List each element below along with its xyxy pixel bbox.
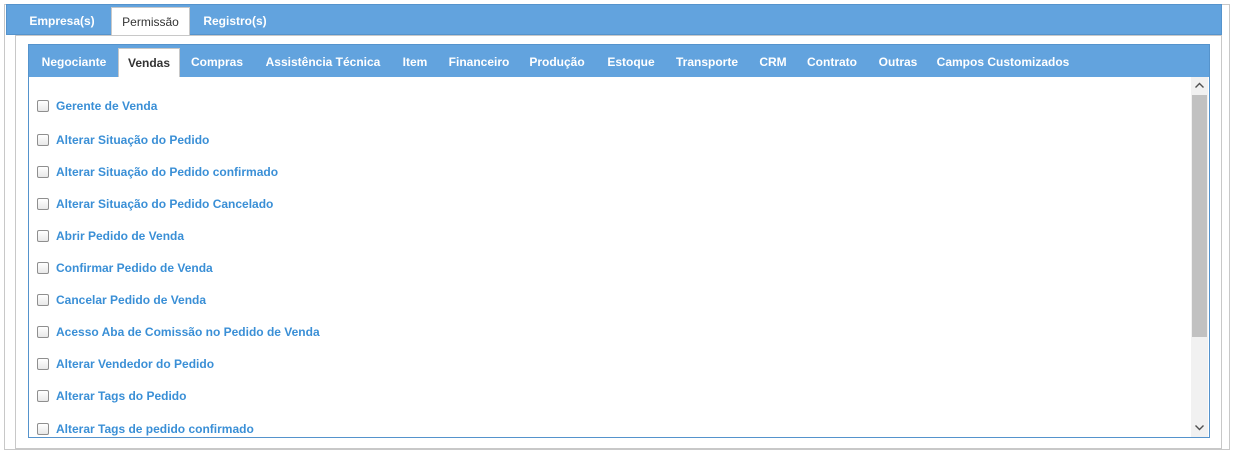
tab-compras[interactable]: Compras — [185, 48, 249, 77]
list-item[interactable]: Alterar Vendedor do Pedido — [37, 356, 214, 372]
chevron-up-icon[interactable] — [1191, 77, 1208, 94]
tab-financeiro[interactable]: Financeiro — [444, 48, 514, 77]
permission-label[interactable]: Alterar Tags do Pedido — [56, 389, 186, 403]
list-item[interactable]: Acesso Aba de Comissão no Pedido de Vend… — [37, 324, 320, 340]
permission-label[interactable]: Alterar Situação do Pedido confirmado — [56, 165, 278, 179]
permission-checkbox[interactable] — [37, 390, 49, 402]
sub-tab-bar: Negociante Vendas Compras Assistência Té… — [29, 45, 1209, 77]
list-item[interactable]: Alterar Situação do Pedido — [37, 132, 209, 148]
vertical-scrollbar[interactable] — [1191, 77, 1208, 437]
permission-label[interactable]: Alterar Situação do Pedido — [56, 133, 209, 147]
tab-contrato[interactable]: Contrato — [801, 48, 863, 77]
permission-label[interactable]: Alterar Tags de pedido confirmado — [56, 422, 254, 436]
tab-empresas[interactable]: Empresa(s) — [23, 7, 101, 35]
permission-label[interactable]: Confirmar Pedido de Venda — [56, 261, 213, 275]
list-item[interactable]: Alterar Tags do Pedido — [37, 388, 186, 404]
permission-checkbox[interactable] — [37, 198, 49, 210]
tab-outras[interactable]: Outras — [872, 48, 924, 77]
permission-checkbox[interactable] — [37, 358, 49, 370]
list-item[interactable]: Abrir Pedido de Venda — [37, 228, 184, 244]
permission-checkbox[interactable] — [37, 166, 49, 178]
tab-campos-customizados[interactable]: Campos Customizados — [933, 48, 1073, 77]
permission-checkbox[interactable] — [37, 230, 49, 242]
permission-checkbox[interactable] — [37, 134, 49, 146]
list-item[interactable]: Alterar Situação do Pedido Cancelado — [37, 196, 273, 212]
list-item[interactable]: Gerente de Venda — [37, 98, 157, 114]
permission-label[interactable]: Abrir Pedido de Venda — [56, 229, 184, 243]
permission-label[interactable]: Cancelar Pedido de Venda — [56, 293, 206, 307]
top-tab-bar: Empresa(s) Permissão Registro(s) — [6, 4, 1222, 35]
tab-estoque[interactable]: Estoque — [601, 48, 661, 77]
scrollbar-thumb[interactable] — [1192, 95, 1207, 337]
permission-checkbox[interactable] — [37, 326, 49, 338]
permission-list: Gerente de Venda Alterar Situação do Ped… — [29, 77, 1191, 437]
permission-label[interactable]: Alterar Situação do Pedido Cancelado — [56, 197, 273, 211]
tab-item[interactable]: Item — [396, 48, 434, 77]
tab-permissao[interactable]: Permissão — [111, 7, 190, 35]
permission-label[interactable]: Gerente de Venda — [56, 99, 157, 113]
permission-checkbox[interactable] — [37, 294, 49, 306]
permission-checkbox[interactable] — [37, 423, 49, 435]
tab-crm[interactable]: CRM — [754, 48, 792, 77]
tab-producao[interactable]: Produção — [524, 48, 590, 77]
permission-label[interactable]: Acesso Aba de Comissão no Pedido de Vend… — [56, 325, 320, 339]
chevron-down-icon[interactable] — [1191, 420, 1208, 437]
list-item[interactable]: Alterar Situação do Pedido confirmado — [37, 164, 278, 180]
tab-vendas[interactable]: Vendas — [118, 48, 180, 77]
list-item[interactable]: Confirmar Pedido de Venda — [37, 260, 213, 276]
tab-negociante[interactable]: Negociante — [33, 48, 115, 77]
permission-checkbox[interactable] — [37, 262, 49, 274]
tab-registros[interactable]: Registro(s) — [196, 7, 274, 35]
permission-checkbox[interactable] — [37, 100, 49, 112]
list-item[interactable]: Cancelar Pedido de Venda — [37, 292, 206, 308]
tab-transporte[interactable]: Transporte — [670, 48, 744, 77]
tab-assistencia-tecnica[interactable]: Assistência Técnica — [260, 48, 386, 77]
list-item[interactable]: Alterar Tags de pedido confirmado — [37, 421, 254, 437]
permission-label[interactable]: Alterar Vendedor do Pedido — [56, 357, 214, 371]
